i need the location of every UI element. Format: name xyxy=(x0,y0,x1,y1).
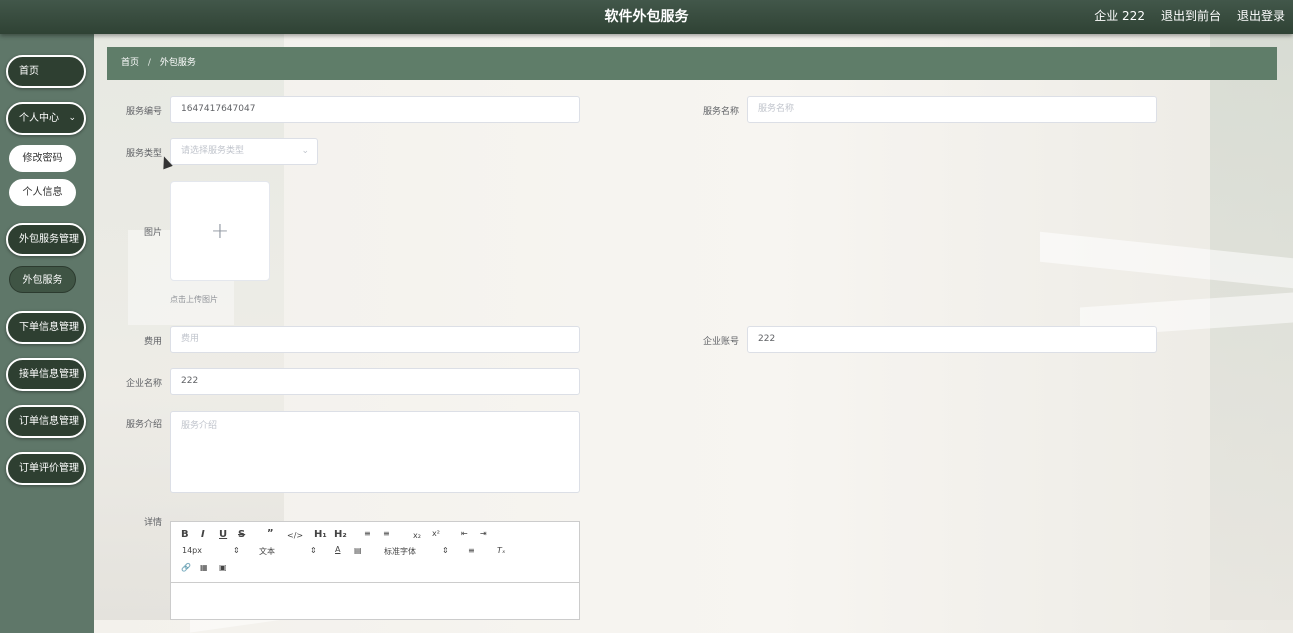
font-size-select[interactable]: 14px xyxy=(182,546,202,555)
company-account-input[interactable]: 222 xyxy=(747,326,1157,353)
plus-icon: + xyxy=(210,218,230,244)
details-label: 详情 xyxy=(143,518,162,528)
service-intro-textarea[interactable]: 服务介绍 xyxy=(170,411,580,493)
video-icon[interactable]: ▣ xyxy=(219,563,227,572)
outdent-icon[interactable]: ⇤ xyxy=(461,529,468,538)
background-window xyxy=(1210,34,1293,620)
font-family-arrow-icon: ⇕ xyxy=(442,546,449,555)
code-block-icon[interactable]: </> xyxy=(287,531,303,540)
text-style-arrow-icon: ⇕ xyxy=(310,546,317,555)
strikethrough-icon[interactable]: S xyxy=(238,529,245,540)
sidebar-item-label: 外包服务管理 xyxy=(19,234,79,245)
service-no-input[interactable]: 1647417647047 xyxy=(170,96,580,123)
service-no-label: 服务编号 xyxy=(125,107,162,117)
sidebar-item-label: 个人中心 xyxy=(19,113,59,124)
superscript-icon[interactable]: x² xyxy=(432,529,440,538)
service-type-placeholder: 请选择服务类型 xyxy=(181,146,245,156)
font-color-icon[interactable]: A xyxy=(335,545,340,554)
background-color-icon[interactable]: ▤ xyxy=(354,546,362,555)
sidebar-item-label: 修改密码 xyxy=(22,153,63,164)
service-name-label: 服务名称 xyxy=(702,107,739,117)
align-icon[interactable]: ≡ xyxy=(468,546,475,555)
sidebar-item-outsource-mgmt[interactable]: 外包服务管理 xyxy=(6,223,86,256)
chevron-down-icon: ⌄ xyxy=(68,113,76,123)
sidebar-item-label: 外包服务 xyxy=(22,275,63,286)
fee-input[interactable]: 费用 xyxy=(170,326,580,353)
subscript-icon[interactable]: x₂ xyxy=(413,531,421,540)
italic-icon[interactable]: I xyxy=(201,529,205,540)
image-label: 图片 xyxy=(143,228,162,238)
sidebar-item-order-mgmt[interactable]: 订单信息管理 xyxy=(6,405,86,438)
service-type-label: 服务类型 xyxy=(125,149,162,159)
heading2-icon[interactable]: H₂ xyxy=(334,529,347,540)
sidebar-item-home[interactable]: 首页 xyxy=(6,55,86,88)
rich-text-editor: B I U S ” </> H₁ H₂ ≡ ≡ x₂ x² ⇤ ⇥ 14px ⇕… xyxy=(170,521,580,620)
fee-label: 费用 xyxy=(143,337,162,347)
company-name-input[interactable]: 222 xyxy=(170,368,580,395)
editor-toolbar: B I U S ” </> H₁ H₂ ≡ ≡ x₂ x² ⇤ ⇥ 14px ⇕… xyxy=(171,522,579,583)
chevron-down-icon: ⌄ xyxy=(301,146,309,156)
service-intro-label: 服务介绍 xyxy=(125,420,162,430)
background-shelf xyxy=(1040,231,1293,289)
bold-icon[interactable]: B xyxy=(181,529,189,540)
font-size-arrow-icon: ⇕ xyxy=(233,546,240,555)
link-icon[interactable]: 🔗 xyxy=(181,563,191,572)
user-menu: 企业 222 退出到前台 退出登录 xyxy=(1094,7,1285,24)
ordered-list-icon[interactable]: ≡ xyxy=(364,529,371,538)
sidebar-item-label: 订单信息管理 xyxy=(19,416,79,427)
user-label: 企业 222 xyxy=(1094,9,1145,23)
company-name-label: 企业名称 xyxy=(125,379,162,389)
image-upload[interactable]: + xyxy=(170,181,270,281)
exit-to-front-link[interactable]: 退出到前台 xyxy=(1161,7,1221,24)
heading1-icon[interactable]: H₁ xyxy=(314,529,327,540)
clear-format-icon[interactable]: Tₓ xyxy=(497,546,505,555)
sidebar-item-label: 个人信息 xyxy=(22,187,63,198)
sidebar-subitem-personal-info[interactable]: 个人信息 xyxy=(9,179,76,206)
breadcrumb: 首页 / 外包服务 xyxy=(107,47,1277,80)
breadcrumb-home[interactable]: 首页 xyxy=(121,58,139,68)
bullet-list-icon[interactable]: ≡ xyxy=(383,529,390,538)
blockquote-icon[interactable]: ” xyxy=(267,528,274,539)
sidebar-item-label: 首页 xyxy=(19,66,39,77)
sidebar-subitem-outsource-service[interactable]: 外包服务 xyxy=(9,266,76,293)
sidebar-item-label: 下单信息管理 xyxy=(19,322,79,333)
company-account-label: 企业账号 xyxy=(702,337,739,347)
sidebar-item-accept-order-mgmt[interactable]: 接单信息管理 xyxy=(6,358,86,391)
sidebar-item-label: 接单信息管理 xyxy=(19,369,79,380)
image-icon[interactable]: ▦ xyxy=(200,563,208,572)
text-style-select[interactable]: 文本 xyxy=(259,546,275,557)
indent-icon[interactable]: ⇥ xyxy=(480,529,487,538)
sidebar-item-order-info-mgmt[interactable]: 下单信息管理 xyxy=(6,311,86,344)
top-bar: 软件外包服务 企业 222 退出到前台 退出登录 xyxy=(0,0,1293,34)
sidebar-item-label: 订单评价管理 xyxy=(19,463,79,474)
breadcrumb-separator: / xyxy=(147,58,151,68)
upload-hint: 点击上传图片 xyxy=(170,295,218,304)
logout-link[interactable]: 退出登录 xyxy=(1237,7,1285,24)
service-type-select[interactable]: 请选择服务类型 ⌄ xyxy=(170,138,318,165)
breadcrumb-current: 外包服务 xyxy=(159,58,196,68)
font-family-select[interactable]: 标准字体 xyxy=(384,546,416,557)
underline-icon[interactable]: U xyxy=(219,529,227,540)
sidebar-item-personal-center[interactable]: 个人中心 ⌄ xyxy=(6,102,86,135)
service-name-input[interactable]: 服务名称 xyxy=(747,96,1157,123)
sidebar-item-order-review-mgmt[interactable]: 订单评价管理 xyxy=(6,452,86,485)
sidebar: 首页 个人中心 ⌄ 修改密码 个人信息 外包服务管理 外包服务 下单信息管理 接… xyxy=(0,34,94,620)
sidebar-subitem-change-password[interactable]: 修改密码 xyxy=(9,145,76,172)
